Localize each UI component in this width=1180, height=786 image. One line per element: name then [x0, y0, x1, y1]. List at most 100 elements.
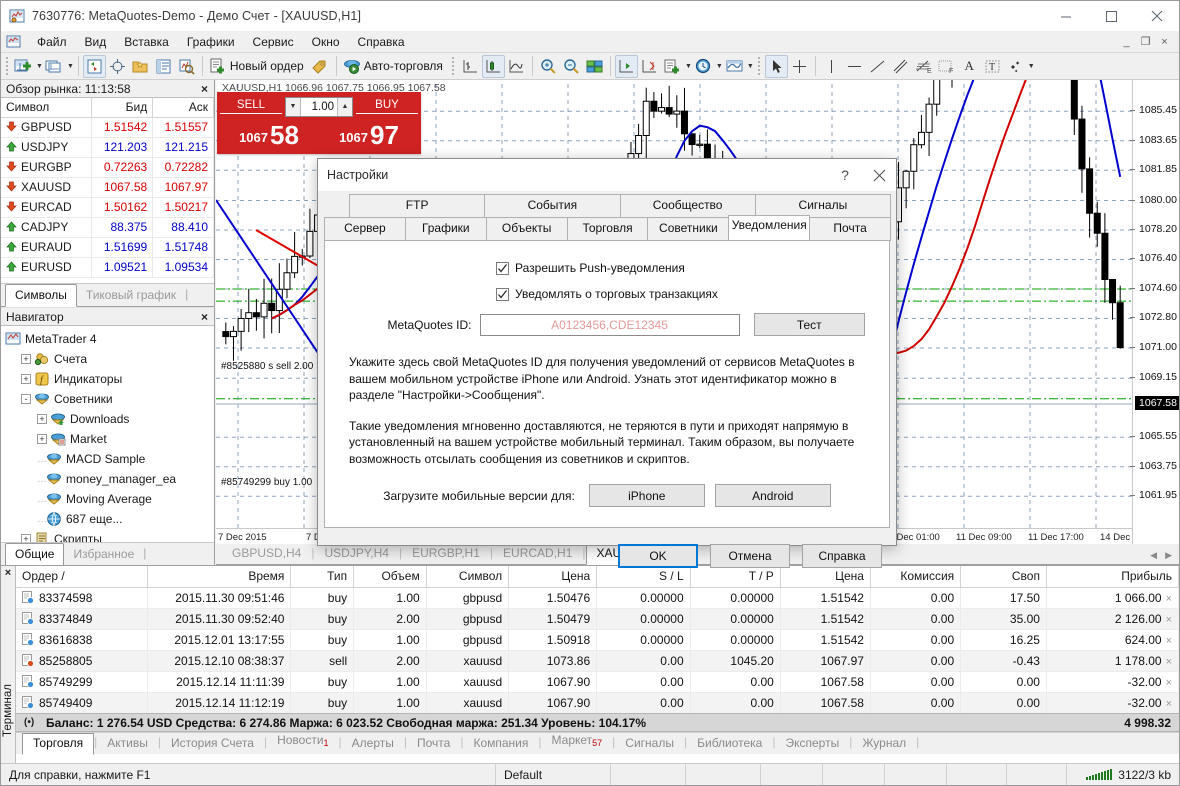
- terminal-tab-библиотека[interactable]: Библиотека: [687, 734, 772, 754]
- dialog-tab-почта[interactable]: Почта: [809, 217, 891, 241]
- dialog-tab-уведомления[interactable]: Уведомления: [728, 215, 810, 241]
- order-row[interactable]: 836168382015.12.01 13:17:55buy1.00gbpusd…: [16, 629, 1179, 650]
- orders-column-0[interactable]: Ордер /: [16, 566, 148, 587]
- market-watch-row[interactable]: USDJPY121.203121.215: [1, 137, 214, 157]
- terminal-tab-почта[interactable]: Почта: [407, 734, 460, 754]
- chart-shift-icon[interactable]: [638, 55, 661, 78]
- terminal-tab-активы[interactable]: Активы: [97, 734, 158, 754]
- menu-tools[interactable]: Сервис: [244, 32, 303, 52]
- navigator-tree-item[interactable]: +Downloads: [5, 409, 214, 429]
- shapes-icon[interactable]: [1004, 55, 1027, 78]
- volume-value[interactable]: 1.00: [301, 101, 337, 113]
- dialog-tab-события[interactable]: События: [484, 194, 620, 217]
- navigator-tree-item[interactable]: …MACD Sample: [5, 449, 214, 469]
- tile-windows-icon[interactable]: [583, 55, 606, 78]
- menu-insert[interactable]: Вставка: [115, 32, 178, 52]
- menu-file[interactable]: Файл: [28, 32, 76, 52]
- close-icon[interactable]: ×: [201, 84, 208, 94]
- market-watch-row[interactable]: CADJPY88.37588.410: [1, 217, 214, 237]
- close-order-icon[interactable]: ×: [1162, 614, 1172, 626]
- close-icon[interactable]: ×: [1, 566, 15, 579]
- order-row[interactable]: 857494092015.12.14 11:12:19buy1.00xauusd…: [16, 692, 1179, 713]
- iphone-button[interactable]: iPhone: [589, 484, 705, 507]
- push-notifications-checkbox[interactable]: [496, 262, 509, 275]
- column-symbol[interactable]: Символ: [1, 98, 92, 117]
- crosshair-icon[interactable]: [788, 55, 811, 78]
- autotrading-button[interactable]: Авто-торговля: [341, 55, 448, 78]
- chart-tab-scroll-controls[interactable]: ◀▶: [1142, 550, 1180, 564]
- market-watch-row[interactable]: EURUSD1.095211.09534: [1, 257, 214, 277]
- navigator-tree-item[interactable]: +Счета: [5, 349, 214, 369]
- order-row[interactable]: 857492992015.12.14 11:11:39buy1.00xauusd…: [16, 671, 1179, 692]
- line-chart-icon[interactable]: [505, 55, 528, 78]
- navigator-tree-item[interactable]: MetaTrader 4: [5, 329, 214, 349]
- navigator-tree-item[interactable]: …money_manager_ea: [5, 469, 214, 489]
- mdi-minimize-button[interactable]: _: [1118, 34, 1135, 50]
- trendline-icon[interactable]: [866, 55, 889, 78]
- tree-expander-icon[interactable]: +: [37, 414, 47, 424]
- templates-icon[interactable]: [723, 55, 746, 78]
- navigator-tree-item[interactable]: +Скрипты: [5, 529, 214, 542]
- timeframes-dropdown-icon[interactable]: ▼: [716, 63, 723, 70]
- terminal-tab-новости[interactable]: Новости1: [267, 731, 338, 754]
- zoom-in-icon[interactable]: [537, 55, 560, 78]
- data-window-icon[interactable]: [106, 55, 129, 78]
- order-row[interactable]: 833745982015.11.30 09:51:46buy1.00gbpusd…: [16, 587, 1179, 608]
- market-watch-row[interactable]: EURAUD1.516991.51748: [1, 237, 214, 257]
- cursor-icon[interactable]: [765, 55, 788, 78]
- chart-profiles-icon[interactable]: [43, 55, 66, 78]
- chart-tab-prev-icon[interactable]: ◀: [1150, 550, 1157, 561]
- tab-common[interactable]: Общие: [5, 543, 64, 566]
- navigator-icon[interactable]: [129, 55, 152, 78]
- close-order-icon[interactable]: ×: [1162, 698, 1172, 710]
- timeframes-icon[interactable]: [692, 55, 715, 78]
- tab-favorites[interactable]: Избранное: [64, 544, 143, 565]
- zoom-out-icon[interactable]: [560, 55, 583, 78]
- chart-tab-gbpusd-h4[interactable]: GBPUSD,H4: [222, 544, 311, 564]
- candlestick-chart-icon[interactable]: [482, 55, 505, 78]
- dialog-tab-ftp[interactable]: FTP: [349, 194, 485, 217]
- terminal-tab-сигналы[interactable]: Сигналы: [615, 734, 684, 754]
- menu-window[interactable]: Окно: [303, 32, 349, 52]
- mdi-close-button[interactable]: ×: [1156, 34, 1173, 50]
- close-order-icon[interactable]: ×: [1162, 635, 1172, 647]
- tree-expander-icon[interactable]: -: [21, 394, 31, 404]
- dialog-tab-объекты[interactable]: Объекты: [486, 217, 568, 241]
- equidistant-channel-icon[interactable]: [889, 55, 912, 78]
- vertical-line-icon[interactable]: [820, 55, 843, 78]
- navigator-tree-item[interactable]: +Market: [5, 429, 214, 449]
- terminal-tab-маркет[interactable]: Маркет57: [542, 731, 613, 754]
- terminal-tab-торговля[interactable]: Торговля: [22, 733, 94, 755]
- status-profile[interactable]: Default: [496, 764, 611, 786]
- bar-chart-icon[interactable]: [459, 55, 482, 78]
- market-watch-row[interactable]: GBPUSD1.515421.51557: [1, 117, 214, 137]
- buy-price-button[interactable]: 1067 97: [320, 118, 418, 149]
- navigator-tree-item[interactable]: …Moving Average: [5, 489, 214, 509]
- dialog-tab-советники[interactable]: Советники: [647, 217, 729, 241]
- metaquotes-id-input[interactable]: A0123456,CDE12345: [480, 314, 740, 336]
- tree-expander-icon[interactable]: +: [37, 434, 47, 444]
- terminal-tab-журнал[interactable]: Журнал: [852, 734, 916, 754]
- terminal-tab-история-счета[interactable]: История Счета: [161, 734, 264, 754]
- fibonacci-icon[interactable]: E: [912, 55, 935, 78]
- terminal-tab-алерты[interactable]: Алерты: [342, 734, 404, 754]
- close-button[interactable]: [1134, 1, 1179, 31]
- orders-column-10[interactable]: Своп: [961, 566, 1047, 587]
- order-row[interactable]: 833748492015.11.30 09:52:40buy2.00gbpusd…: [16, 608, 1179, 629]
- minimize-button[interactable]: [1044, 1, 1089, 31]
- volume-down-icon[interactable]: ▼: [286, 98, 301, 116]
- column-bid[interactable]: Бид: [92, 98, 153, 117]
- fibonacci-fan-icon[interactable]: F: [935, 55, 958, 78]
- market-watch-row[interactable]: EURGBP0.722630.72282: [1, 157, 214, 177]
- sell-price-button[interactable]: 1067 58: [220, 118, 318, 149]
- terminal-tab-эксперты[interactable]: Эксперты: [775, 734, 849, 754]
- auto-scroll-icon[interactable]: [615, 55, 638, 78]
- orders-column-11[interactable]: Прибыль: [1046, 566, 1178, 587]
- column-ask[interactable]: Аск: [153, 98, 214, 117]
- dialog-tab-сообщество[interactable]: Сообщество: [620, 194, 756, 217]
- test-button[interactable]: Тест: [754, 313, 866, 336]
- chart-profiles-dropdown-icon[interactable]: ▼: [67, 63, 74, 70]
- close-icon[interactable]: [862, 159, 896, 191]
- buy-label[interactable]: BUY: [356, 99, 418, 114]
- chart-price-axis[interactable]: 1085.451083.651081.851080.001078.201076.…: [1132, 80, 1180, 544]
